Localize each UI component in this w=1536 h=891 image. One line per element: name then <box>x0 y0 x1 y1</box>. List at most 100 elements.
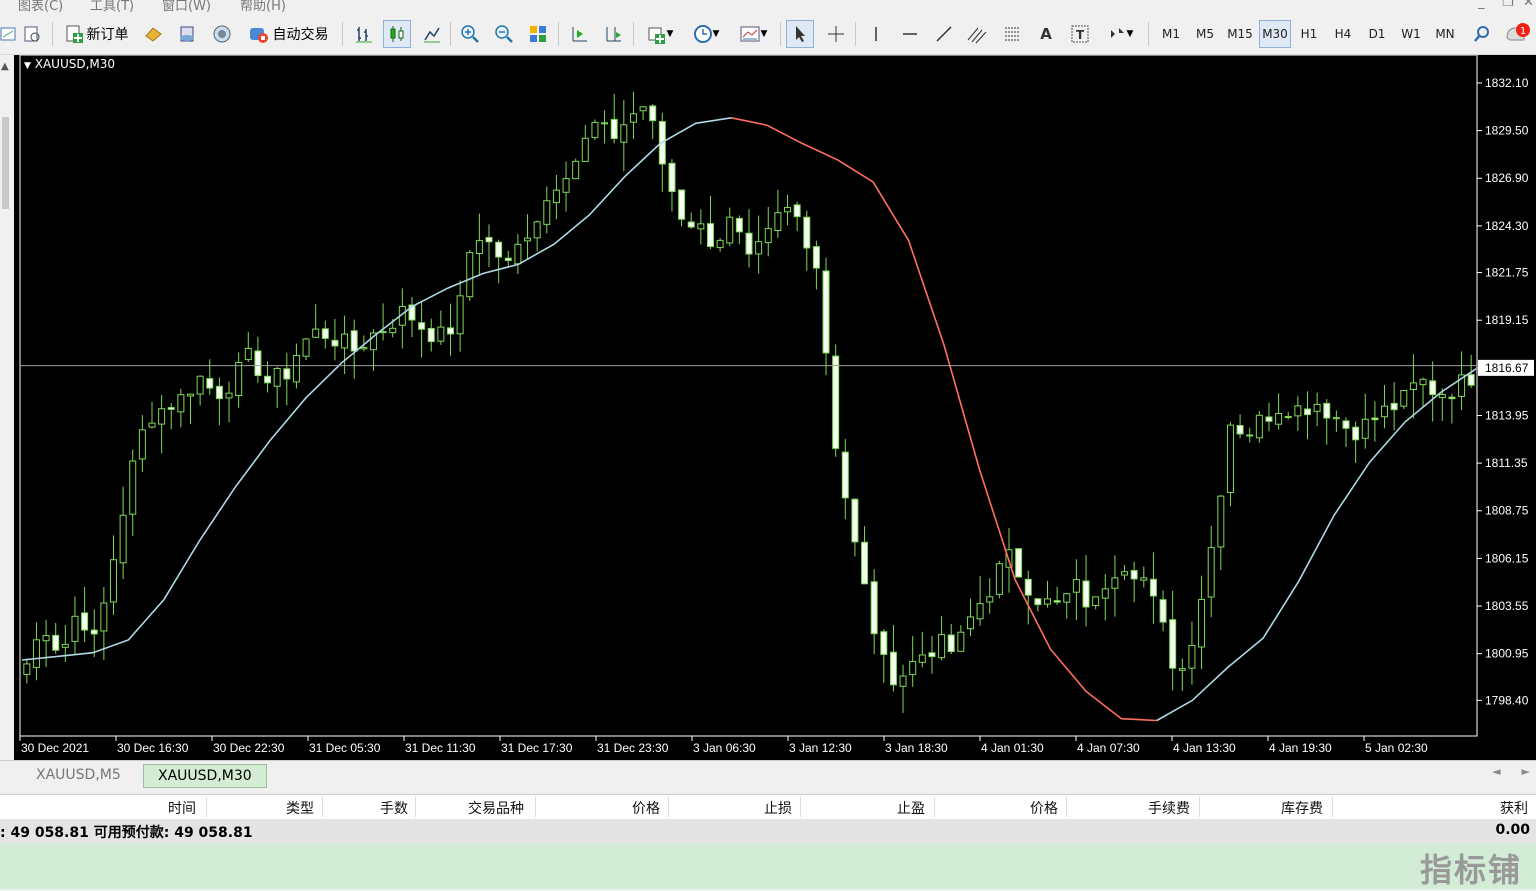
y-tick-label: 1813.95 <box>1485 408 1529 422</box>
y-tick-label: 1832.10 <box>1485 76 1529 90</box>
candle <box>832 344 840 457</box>
arrows-dropdown[interactable]: ▼ <box>1100 20 1140 48</box>
y-tick-label: 1798.40 <box>1485 693 1529 707</box>
menu-bar: 图表(C) 工具(T) 窗口(W) 帮助(H) _ ❐ ✕ <box>0 0 1536 12</box>
col-stop-loss[interactable]: 止损 <box>764 798 792 818</box>
line-chart-icon[interactable] <box>418 20 446 48</box>
y-tick-label: 1811.35 <box>1485 456 1528 470</box>
data-window-icon[interactable] <box>173 20 201 48</box>
col-time[interactable]: 时间 <box>168 798 196 818</box>
timeframe-h4-button[interactable]: H4 <box>1328 20 1358 48</box>
y-tick-label: 1829.50 <box>1485 124 1529 138</box>
candlestick-icon[interactable] <box>383 20 411 48</box>
profit-total: 0.00 <box>1495 822 1530 838</box>
timeframe-h1-button[interactable]: H1 <box>1294 20 1324 48</box>
timeframe-m30-button[interactable]: M30 <box>1259 20 1291 48</box>
search-icon[interactable] <box>1468 20 1496 48</box>
svg-text:T: T <box>1076 28 1085 42</box>
auto-scroll-icon[interactable] <box>565 20 593 48</box>
fibonacci-icon[interactable] <box>998 20 1026 48</box>
menu-chart[interactable]: 图表(C) <box>18 0 63 12</box>
navigator-icon[interactable] <box>208 20 236 48</box>
left-panel-edge: ▲ <box>0 55 12 760</box>
y-tick-label: 1824.30 <box>1485 219 1529 233</box>
chevron-down-icon: ▼ <box>666 29 674 39</box>
horizontal-line-icon[interactable] <box>896 20 924 48</box>
equidistant-channel-icon[interactable] <box>963 20 991 48</box>
col-type[interactable]: 类型 <box>286 798 314 818</box>
market-watch-icon[interactable] <box>139 20 167 48</box>
candle <box>995 560 1003 599</box>
bar-chart-icon[interactable] <box>350 20 378 48</box>
candle <box>1255 410 1263 443</box>
timeframe-w1-button[interactable]: W1 <box>1396 20 1426 48</box>
col-take-profit[interactable]: 止盈 <box>897 798 925 818</box>
x-tick-label: 5 Jan 02:30 <box>1365 741 1428 755</box>
trendline-icon[interactable] <box>930 20 958 48</box>
timeframe-d1-button[interactable]: D1 <box>1362 20 1392 48</box>
x-tick-label: 3 Jan 06:30 <box>693 741 756 755</box>
col-current-price[interactable]: 价格 <box>1030 798 1058 818</box>
y-tick-label: 1806.15 <box>1485 551 1529 565</box>
text-label-icon[interactable]: T <box>1066 20 1094 48</box>
balance-row: : 49 058.81 可用预付款: 49 058.81 0.00 <box>0 819 1536 843</box>
col-price[interactable]: 价格 <box>632 798 660 818</box>
timeframe-mn-button[interactable]: MN <box>1430 20 1460 48</box>
chevron-down-icon: ▼ <box>1126 29 1134 39</box>
vertical-line-icon[interactable] <box>862 20 890 48</box>
scrollbar-thumb[interactable] <box>2 117 9 209</box>
chart-shift-icon[interactable] <box>599 20 627 48</box>
templates-dropdown[interactable]: ▼ <box>733 20 773 48</box>
x-tick-label: 30 Dec 22:30 <box>213 741 285 755</box>
chart-title-text: XAUUSD,M30 <box>34 57 116 71</box>
new-order-button[interactable]: 新订单 <box>58 20 134 48</box>
terminal-header: 时间 类型 手数 交易品种 价格 止损 止盈 价格 手续费 库存费 获利 <box>0 794 1536 820</box>
y-tick-label: 1800.95 <box>1485 647 1529 661</box>
menu-help[interactable]: 帮助(H) <box>240 0 286 12</box>
x-tick-label: 3 Jan 18:30 <box>885 741 948 755</box>
watermark-logo: 指标铺 <box>1419 851 1522 889</box>
crosshair-icon[interactable] <box>822 20 850 48</box>
minimize-icon[interactable]: _ <box>1478 0 1485 10</box>
zoom-in-icon[interactable] <box>456 20 484 48</box>
col-lots[interactable]: 手数 <box>380 798 408 818</box>
toolbar: 新订单 自动交易 ▼ ▼ ▼ A T ▼ M1 M5 M15 M30 H1 H4… <box>0 14 1536 55</box>
tab-xauusd-m30[interactable]: XAUUSD,M30 <box>143 764 267 788</box>
chart-menu-triangle-icon[interactable]: ▼ <box>24 61 31 71</box>
notification-badge: 1 <box>1520 26 1526 37</box>
chart-window[interactable]: 1832.10 1829.50 1826.90 1824.30 1821.75 1819.… <box>14 55 1536 760</box>
y-tick-label: 1819.15 <box>1485 313 1529 327</box>
menu-tools[interactable]: 工具(T) <box>90 0 134 12</box>
profiles-icon[interactable] <box>18 20 46 48</box>
text-tool-icon[interactable]: A <box>1032 20 1060 48</box>
x-tick-label: 4 Jan 07:30 <box>1077 741 1140 755</box>
tile-windows-icon[interactable] <box>524 20 552 48</box>
close-icon[interactable]: ✕ <box>1523 0 1534 10</box>
y-tick-label: 1803.55 <box>1485 599 1529 613</box>
col-commission[interactable]: 手续费 <box>1148 798 1190 818</box>
tab-xauusd-m5[interactable]: XAUUSD,M5 <box>22 764 135 786</box>
indicators-icon <box>648 27 665 44</box>
clock-icon <box>693 25 712 43</box>
indicators-dropdown[interactable]: ▼ <box>640 20 680 48</box>
timeframe-m1-button[interactable]: M1 <box>1156 20 1186 48</box>
price-chart[interactable]: 1832.10 1829.50 1826.90 1824.30 1821.75 1819.… <box>14 55 1536 760</box>
col-symbol[interactable]: 交易品种 <box>468 798 524 818</box>
col-profit[interactable]: 获利 <box>1500 798 1528 818</box>
chevron-down-icon: ▼ <box>760 29 768 39</box>
tab-scroll-arrows[interactable]: ◄ ► <box>1492 765 1530 778</box>
x-tick-label: 31 Dec 05:30 <box>309 741 381 755</box>
cursor-tool-icon[interactable] <box>786 20 814 48</box>
zoom-out-icon[interactable] <box>490 20 518 48</box>
timeframe-m15-button[interactable]: M15 <box>1224 20 1256 48</box>
notifications-icon[interactable]: 1 <box>1502 20 1530 48</box>
col-swap[interactable]: 库存费 <box>1281 798 1323 818</box>
auto-trading-button[interactable]: 自动交易 <box>242 20 334 48</box>
menu-window[interactable]: 窗口(W) <box>162 0 211 12</box>
y-tick-label: 1808.75 <box>1485 504 1529 518</box>
candle <box>466 250 474 301</box>
periods-dropdown[interactable]: ▼ <box>686 20 726 48</box>
scroll-up-icon[interactable]: ▲ <box>1 61 9 72</box>
timeframe-m5-button[interactable]: M5 <box>1190 20 1220 48</box>
restore-icon[interactable]: ❐ <box>1502 0 1514 10</box>
